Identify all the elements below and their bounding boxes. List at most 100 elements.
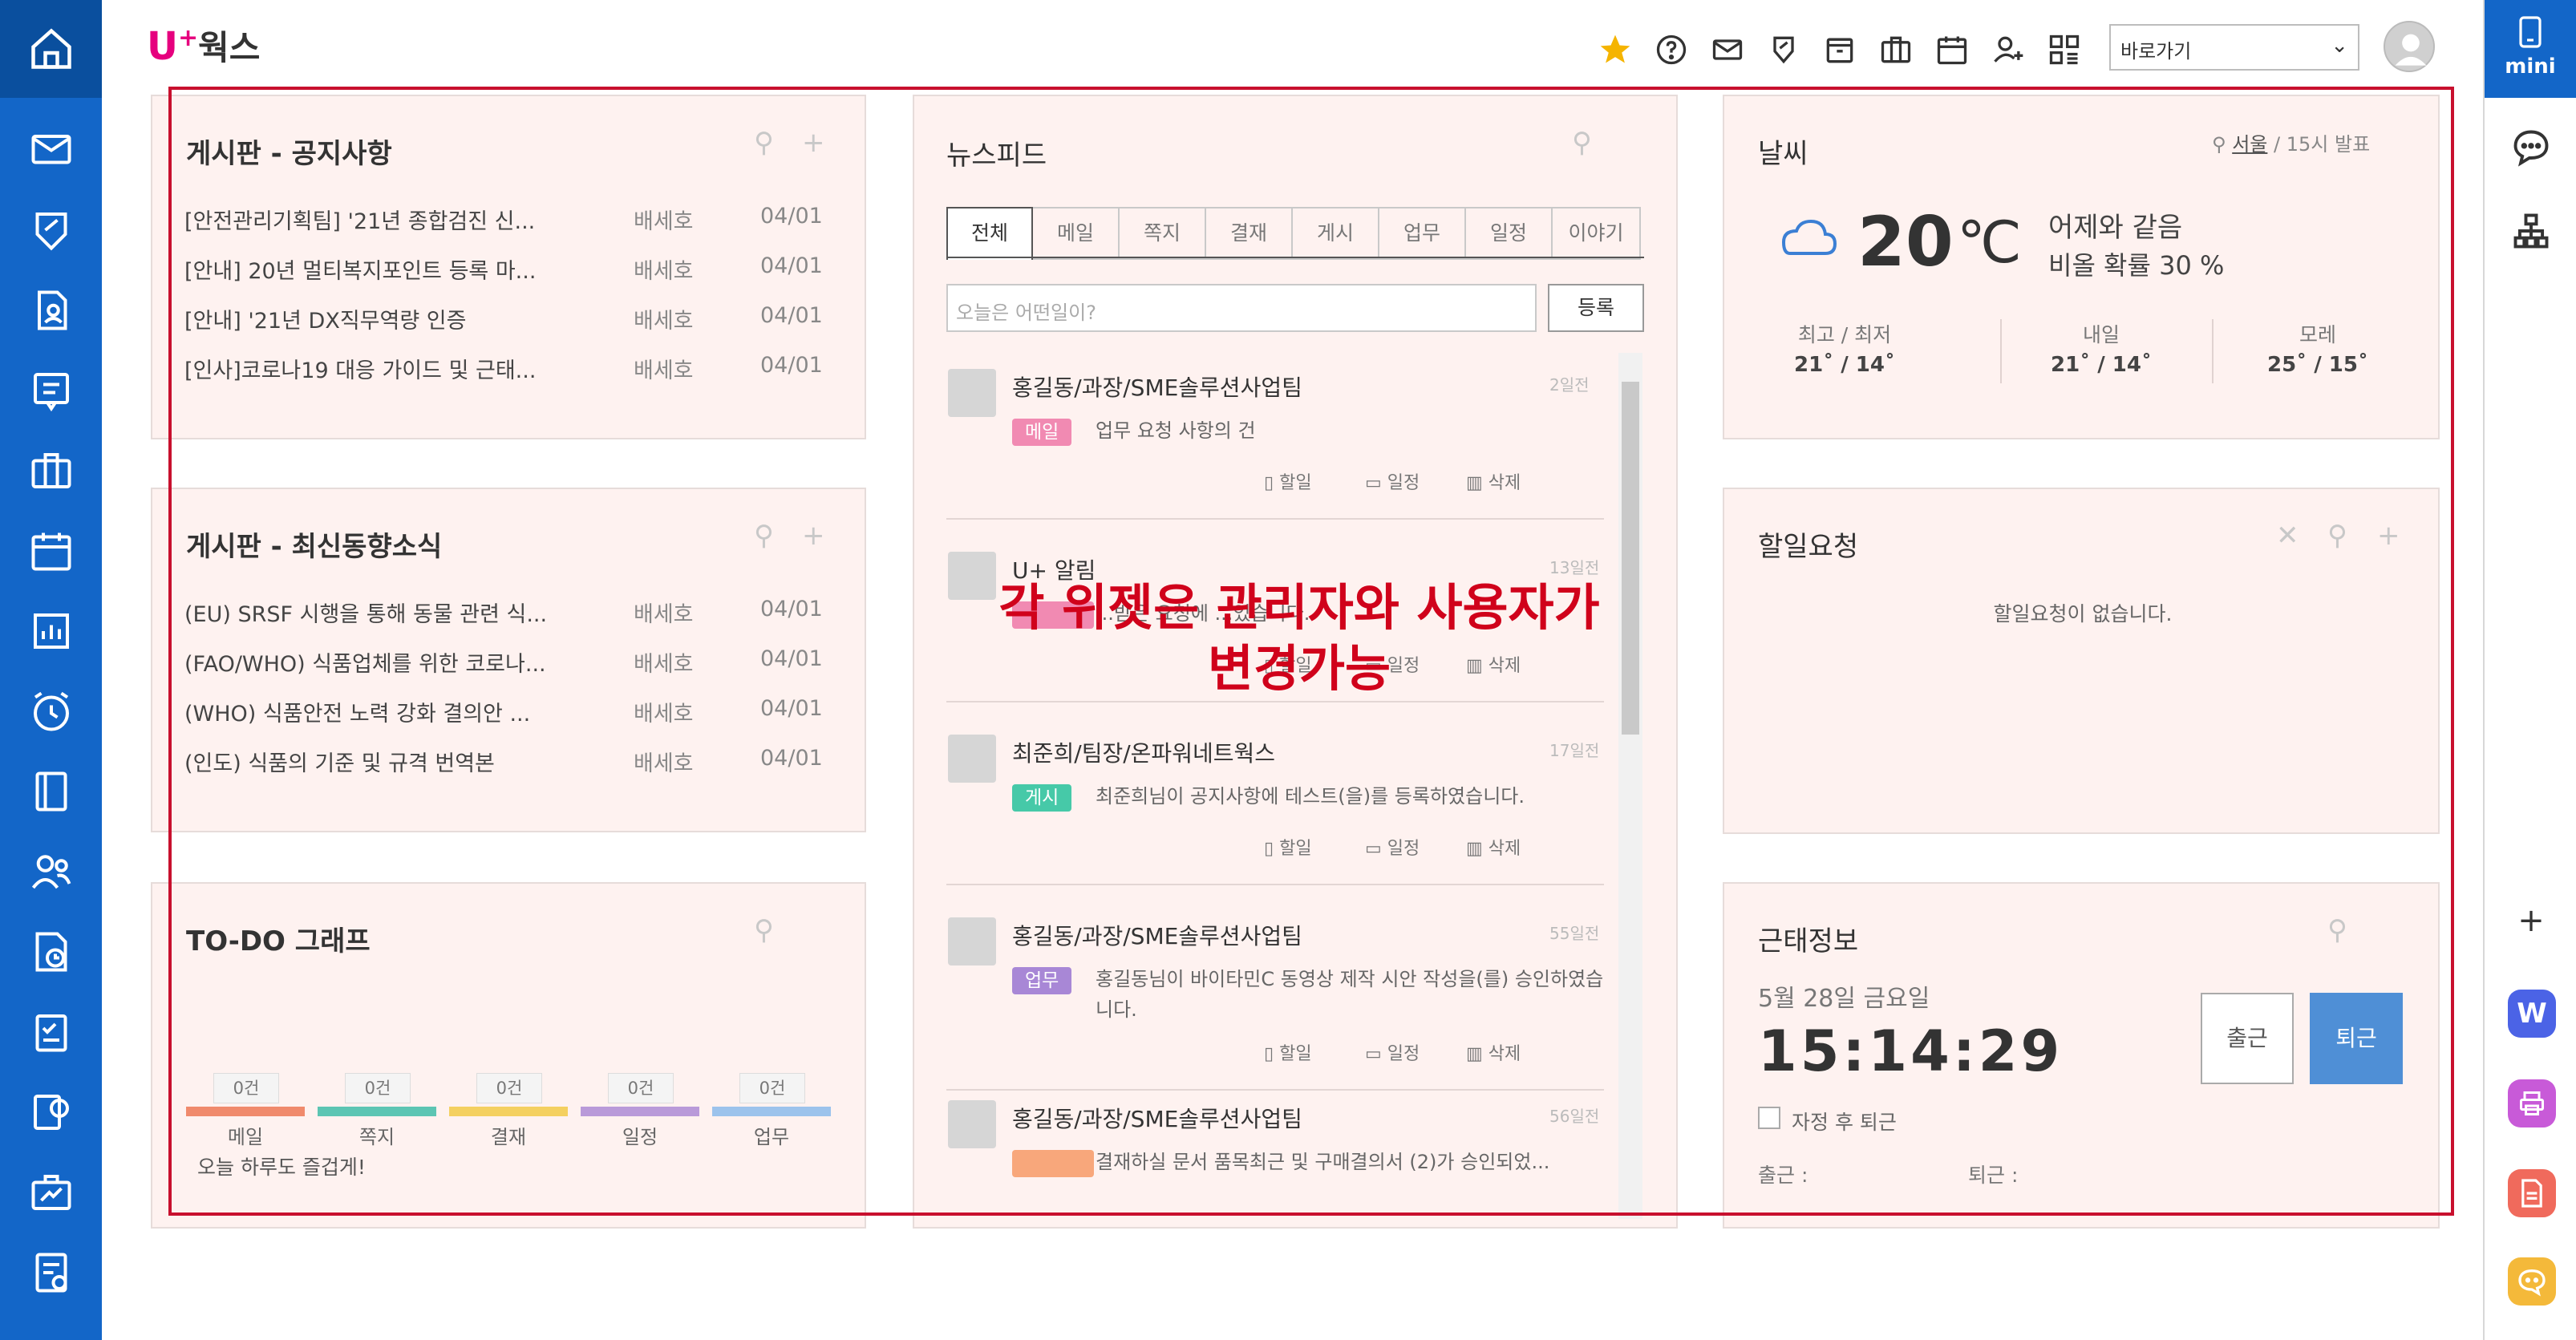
alarm-icon[interactable]: [27, 687, 75, 735]
briefcase-header-icon[interactable]: [1878, 32, 1914, 67]
list-item[interactable]: (EU) SRSF 시행을 통해 동물 관련 식... 배세호 04/01: [184, 597, 823, 628]
tab-mail[interactable]: 메일: [1033, 207, 1120, 260]
tab-schedule[interactable]: 일정: [1466, 207, 1553, 260]
approved-doc-icon[interactable]: [27, 1249, 75, 1297]
tab-story[interactable]: 이야기: [1553, 207, 1641, 260]
add-icon[interactable]: +: [2515, 905, 2547, 937]
tab-memo[interactable]: 쪽지: [1120, 207, 1206, 260]
list-item[interactable]: [안전관리기획팀] '21년 종합검진 신... 배세호 04/01: [184, 204, 823, 235]
pin-icon[interactable]: ⚲: [754, 520, 774, 552]
document-icon: ▯: [1264, 839, 1280, 859]
register-button[interactable]: 등록: [1548, 284, 1644, 332]
list-item[interactable]: (WHO) 식품안전 노력 강화 결의안 ... 배세호 04/01: [184, 696, 823, 727]
organization-icon[interactable]: [2510, 210, 2552, 252]
todo-label: 쪽지: [358, 1126, 395, 1148]
mail-header-icon[interactable]: [1710, 32, 1745, 67]
feed-action-todo[interactable]: ▯ 할일: [1264, 834, 1312, 860]
feed-action-todo[interactable]: ▯ 할일: [1264, 468, 1312, 494]
add-widget-icon[interactable]: +: [802, 520, 825, 552]
approval-icon[interactable]: [27, 206, 75, 254]
add-user-icon[interactable]: [1991, 32, 2026, 67]
document-user-icon[interactable]: [27, 286, 75, 334]
auto-checkout-checkbox[interactable]: [1758, 1107, 1780, 1129]
tab-approval[interactable]: 결재: [1206, 207, 1293, 260]
feed-text[interactable]: 최준희님이 공지사항에 테스트(을)를 등록하였습니다.: [1096, 781, 1609, 812]
mini-label: mini: [2505, 55, 2556, 79]
tab-board[interactable]: 게시: [1293, 207, 1379, 260]
star-icon[interactable]: [1598, 32, 1633, 67]
feed-divider: [946, 1089, 1604, 1091]
document-app-icon[interactable]: [2508, 1169, 2556, 1217]
pin-icon[interactable]: ⚲: [2327, 520, 2347, 552]
clock-out-button[interactable]: 퇴근: [2310, 993, 2403, 1084]
feed-author[interactable]: 홍길동/과장/SME솔루션사업팀: [1012, 1102, 1302, 1134]
trash-icon: ▥: [1466, 1044, 1488, 1064]
feed-text[interactable]: 결재하실 문서 품목최근 및 구매결의서 (2)가 승인되었...: [1096, 1147, 1609, 1177]
feed-author[interactable]: 홍길동/과장/SME솔루션사업팀: [1012, 370, 1302, 403]
w-app-icon[interactable]: W: [2508, 990, 2556, 1038]
printer-app-icon[interactable]: [2508, 1079, 2556, 1127]
todo-graph-title: TO-DO 그래프: [186, 925, 371, 957]
logo[interactable]: U+웍스: [147, 21, 260, 70]
list-item[interactable]: [안내] 20년 멀티복지포인트 등록 마... 배세호 04/01: [184, 253, 823, 285]
feed-action-schedule[interactable]: ▭ 일정: [1365, 834, 1420, 860]
users-icon[interactable]: [27, 848, 75, 896]
feed-time: 56일전: [1549, 1107, 1600, 1126]
time-document-icon[interactable]: [27, 928, 75, 976]
approval-header-icon[interactable]: [1766, 32, 1801, 67]
mini-button[interactable]: mini: [2485, 0, 2576, 98]
pin-icon[interactable]: ⚲: [754, 127, 774, 159]
mobile-icon: [2519, 16, 2542, 48]
add-widget-icon[interactable]: +: [2377, 520, 2400, 552]
list-item[interactable]: (FAO/WHO) 식품업체를 위한 코로나... 배세호 04/01: [184, 646, 823, 678]
scrollbar[interactable]: [1618, 353, 1642, 1219]
feed-author[interactable]: 홍길동/과장/SME솔루션사업팀: [1012, 919, 1302, 951]
report-icon[interactable]: [27, 607, 75, 655]
feed-action-todo[interactable]: ▯ 할일: [1264, 1039, 1312, 1065]
list-item[interactable]: [인사]코로나19 대응 가이드 및 근태... 배세호 04/01: [184, 353, 823, 384]
address-book-icon[interactable]: [27, 767, 75, 816]
tab-task[interactable]: 업무: [1379, 207, 1466, 260]
grid-icon[interactable]: [2047, 32, 2082, 67]
calendar-icon[interactable]: [27, 527, 75, 575]
chat-icon[interactable]: [2510, 127, 2552, 168]
feed-action-schedule[interactable]: ▭ 일정: [1365, 468, 1420, 494]
feed-action-delete[interactable]: ▥ 삭제: [1466, 1039, 1521, 1065]
chat-document-icon[interactable]: [27, 1088, 75, 1136]
trash-icon: ▥: [1466, 473, 1488, 493]
newsfeed-input[interactable]: 오늘은 어떤일이?: [946, 284, 1537, 332]
pin-icon[interactable]: ⚲: [2327, 914, 2347, 946]
growth-briefcase-icon[interactable]: [27, 1168, 75, 1217]
checklist-icon[interactable]: [27, 1008, 75, 1056]
todo-request-title: 할일요청: [1758, 531, 1859, 563]
todo-bar: [318, 1107, 436, 1116]
feed-text[interactable]: 업무 요청 사항의 건: [1096, 415, 1609, 446]
board-icon[interactable]: [27, 366, 75, 415]
talk-app-icon[interactable]: [2508, 1257, 2556, 1306]
todo-bar: [581, 1107, 699, 1116]
feed-text[interactable]: 홍길동님이 바이타민C 동영상 제작 시안 작성을(를) 승인하였습니다.: [1096, 964, 1609, 1025]
calendar-header-icon[interactable]: [1934, 32, 1970, 67]
feed-time: 13일전: [1549, 558, 1600, 577]
close-icon[interactable]: ✕: [2276, 520, 2299, 552]
weather-col-label: 모레: [2299, 323, 2336, 346]
mail-icon[interactable]: [27, 124, 75, 172]
avatar[interactable]: [2384, 21, 2435, 72]
pin-icon[interactable]: ⚲: [754, 914, 774, 946]
help-icon[interactable]: [1654, 32, 1689, 67]
clock-in-button[interactable]: 출근: [2201, 993, 2294, 1084]
home-button[interactable]: [0, 0, 102, 98]
feed-author[interactable]: 최준희/팀장/온파워네트웍스: [1012, 736, 1275, 768]
right-rail: [2483, 0, 2576, 1340]
feed-action-delete[interactable]: ▥ 삭제: [1466, 834, 1521, 860]
goto-select[interactable]: 바로가기 ⌄: [2109, 24, 2359, 71]
briefcase-icon[interactable]: [27, 447, 75, 495]
feed-action-delete[interactable]: ▥ 삭제: [1466, 468, 1521, 494]
pin-icon[interactable]: ⚲: [1572, 127, 1592, 159]
tab-all[interactable]: 전체: [946, 207, 1033, 260]
list-item[interactable]: [안내] '21년 DX직무역량 인증 배세호 04/01: [184, 303, 823, 334]
feed-action-schedule[interactable]: ▭ 일정: [1365, 1039, 1420, 1065]
list-item[interactable]: (인도) 식품의 기준 및 규격 번역본 배세호 04/01: [184, 746, 823, 777]
archive-icon[interactable]: [1822, 32, 1857, 67]
add-widget-icon[interactable]: +: [802, 127, 825, 159]
